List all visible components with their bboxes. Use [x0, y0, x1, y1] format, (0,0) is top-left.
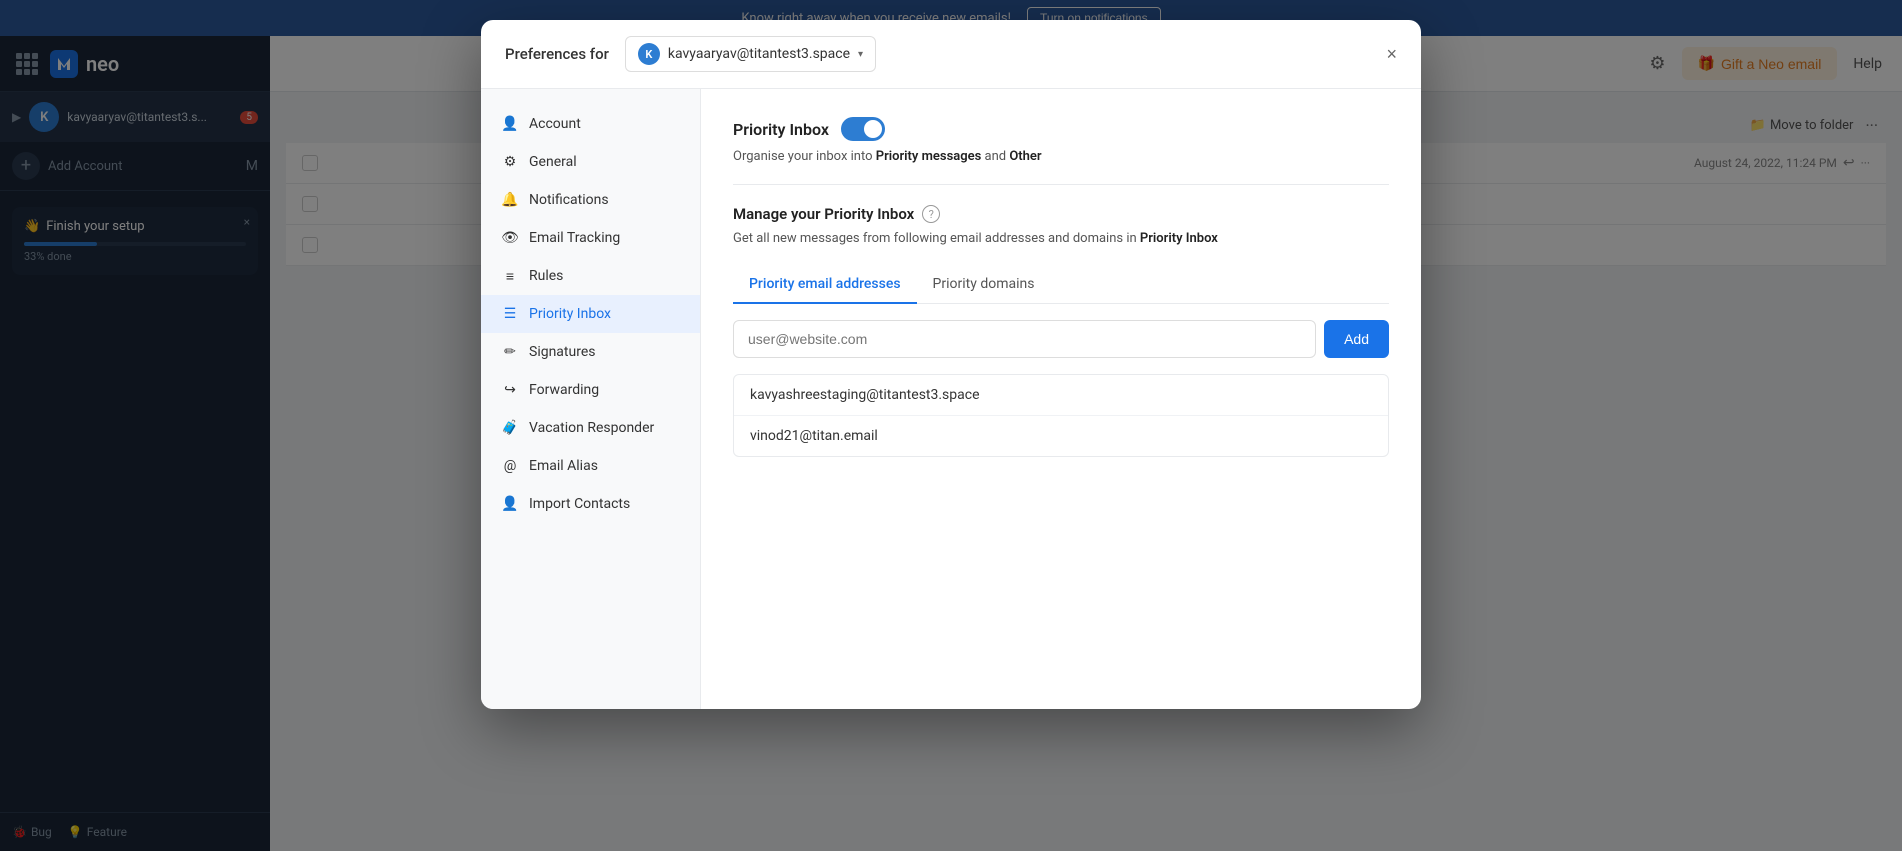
suitcase-icon: 🧳	[501, 419, 519, 437]
modal-close-button[interactable]: ×	[1386, 44, 1397, 65]
priority-inbox-title: Priority Inbox	[733, 120, 829, 139]
account-selector-avatar: K	[638, 43, 660, 65]
nav-item-forwarding[interactable]: ↪ Forwarding	[481, 371, 700, 409]
import-icon: 👤	[501, 495, 519, 513]
priority-inbox-description: Organise your inbox into Priority messag…	[733, 149, 1389, 164]
modal-content-area: Priority Inbox Organise your inbox into …	[701, 89, 1421, 709]
nav-item-email-tracking[interactable]: 👁 Email Tracking	[481, 219, 700, 257]
help-circle-icon[interactable]: ?	[922, 205, 940, 223]
nav-label-forwarding: Forwarding	[529, 382, 599, 398]
forward-icon: ↪	[501, 381, 519, 399]
nav-item-general[interactable]: ⚙ General	[481, 143, 700, 181]
email-input-row: Add	[733, 320, 1389, 358]
bell-icon: 🔔	[501, 191, 519, 209]
account-selector-email: kavyaaryav@titantest3.space	[668, 46, 850, 62]
nav-label-rules: Rules	[529, 268, 563, 284]
email-input-field[interactable]	[733, 320, 1316, 358]
nav-item-vacation-responder[interactable]: 🧳 Vacation Responder	[481, 409, 700, 447]
chevron-down-icon: ▾	[858, 49, 863, 60]
nav-item-rules[interactable]: ≡ Rules	[481, 257, 700, 295]
list-icon: ☰	[501, 305, 519, 323]
priority-tabs: Priority email addresses Priority domain…	[733, 266, 1389, 304]
pencil-icon: ✏	[501, 343, 519, 361]
nav-item-email-alias[interactable]: @ Email Alias	[481, 447, 700, 485]
modal-title: Preferences for	[505, 45, 609, 63]
nav-label-email-tracking: Email Tracking	[529, 230, 620, 246]
account-selector[interactable]: K kavyaaryav@titantest3.space ▾	[625, 36, 876, 72]
eye-icon: 👁	[501, 229, 519, 247]
nav-item-priority-inbox[interactable]: ☰ Priority Inbox	[481, 295, 700, 333]
nav-label-email-alias: Email Alias	[529, 458, 598, 474]
nav-label-priority-inbox: Priority Inbox	[529, 306, 611, 322]
priority-inbox-section-header: Priority Inbox	[733, 117, 1389, 141]
list-item-0: kavyashreestaging@titantest3.space	[734, 375, 1388, 416]
nav-label-account: Account	[529, 116, 581, 132]
gear-icon: ⚙	[501, 153, 519, 171]
tab-domains[interactable]: Priority domains	[917, 266, 1051, 304]
tab-email-addresses[interactable]: Priority email addresses	[733, 266, 917, 304]
nav-item-signatures[interactable]: ✏ Signatures	[481, 333, 700, 371]
at-icon: @	[501, 457, 519, 475]
toggle-slider	[841, 117, 885, 141]
nav-label-signatures: Signatures	[529, 344, 596, 360]
nav-item-account[interactable]: 👤 Account	[481, 105, 700, 143]
modal-body: 👤 Account ⚙ General 🔔 Notifications 👁 Em…	[481, 89, 1421, 709]
priority-inbox-toggle[interactable]	[841, 117, 885, 141]
manage-header: Manage your Priority Inbox ?	[733, 205, 1389, 223]
manage-description: Get all new messages from following emai…	[733, 231, 1389, 246]
list-item-1: vinod21@titan.email	[734, 416, 1388, 456]
preferences-modal: Preferences for K kavyaaryav@titantest3.…	[481, 20, 1421, 709]
manage-title: Manage your Priority Inbox	[733, 205, 914, 223]
priority-email-list: kavyashreestaging@titantest3.space vinod…	[733, 374, 1389, 457]
modal-nav: 👤 Account ⚙ General 🔔 Notifications 👁 Em…	[481, 89, 701, 709]
section-divider	[733, 184, 1389, 185]
nav-label-general: General	[529, 154, 577, 170]
nav-label-import-contacts: Import Contacts	[529, 496, 630, 512]
rules-icon: ≡	[501, 267, 519, 285]
nav-label-notifications: Notifications	[529, 192, 609, 208]
nav-item-notifications[interactable]: 🔔 Notifications	[481, 181, 700, 219]
add-email-button[interactable]: Add	[1324, 320, 1389, 358]
nav-label-vacation-responder: Vacation Responder	[529, 420, 654, 436]
person-icon: 👤	[501, 115, 519, 133]
modal-header: Preferences for K kavyaaryav@titantest3.…	[481, 20, 1421, 89]
nav-item-import-contacts[interactable]: 👤 Import Contacts	[481, 485, 700, 523]
